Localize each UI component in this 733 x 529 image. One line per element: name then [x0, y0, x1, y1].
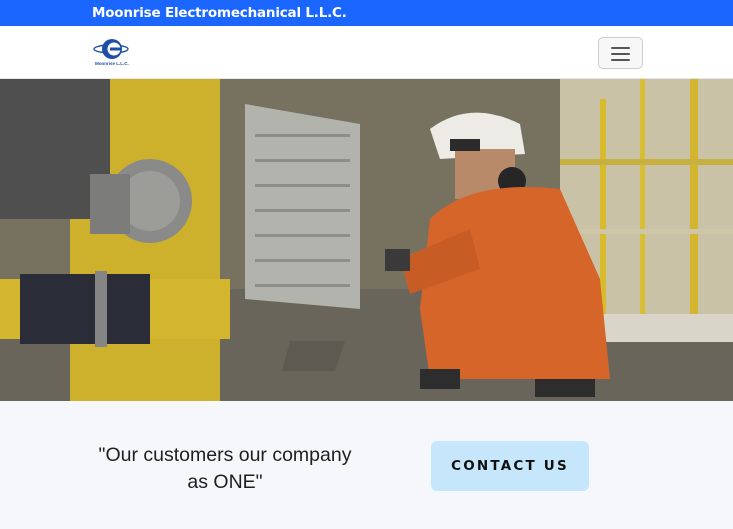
contact-us-button[interactable]: CONTACT US	[431, 441, 589, 491]
hamburger-menu-icon-bar	[611, 53, 630, 55]
hamburger-menu-icon-bar	[611, 59, 630, 61]
company-tagline: "Our customers our company as ONE"	[98, 444, 352, 493]
hamburger-menu-button[interactable]	[598, 37, 643, 69]
hero-image	[0, 79, 733, 401]
hamburger-menu-icon	[611, 47, 630, 49]
logo-label: Moonrise L.L.C.	[95, 61, 129, 66]
top-bar: Moonrise Electromechanical L.L.C.	[0, 0, 733, 26]
company-name: Moonrise Electromechanical L.L.C.	[92, 5, 347, 21]
industrial-technician-photo	[0, 79, 733, 401]
